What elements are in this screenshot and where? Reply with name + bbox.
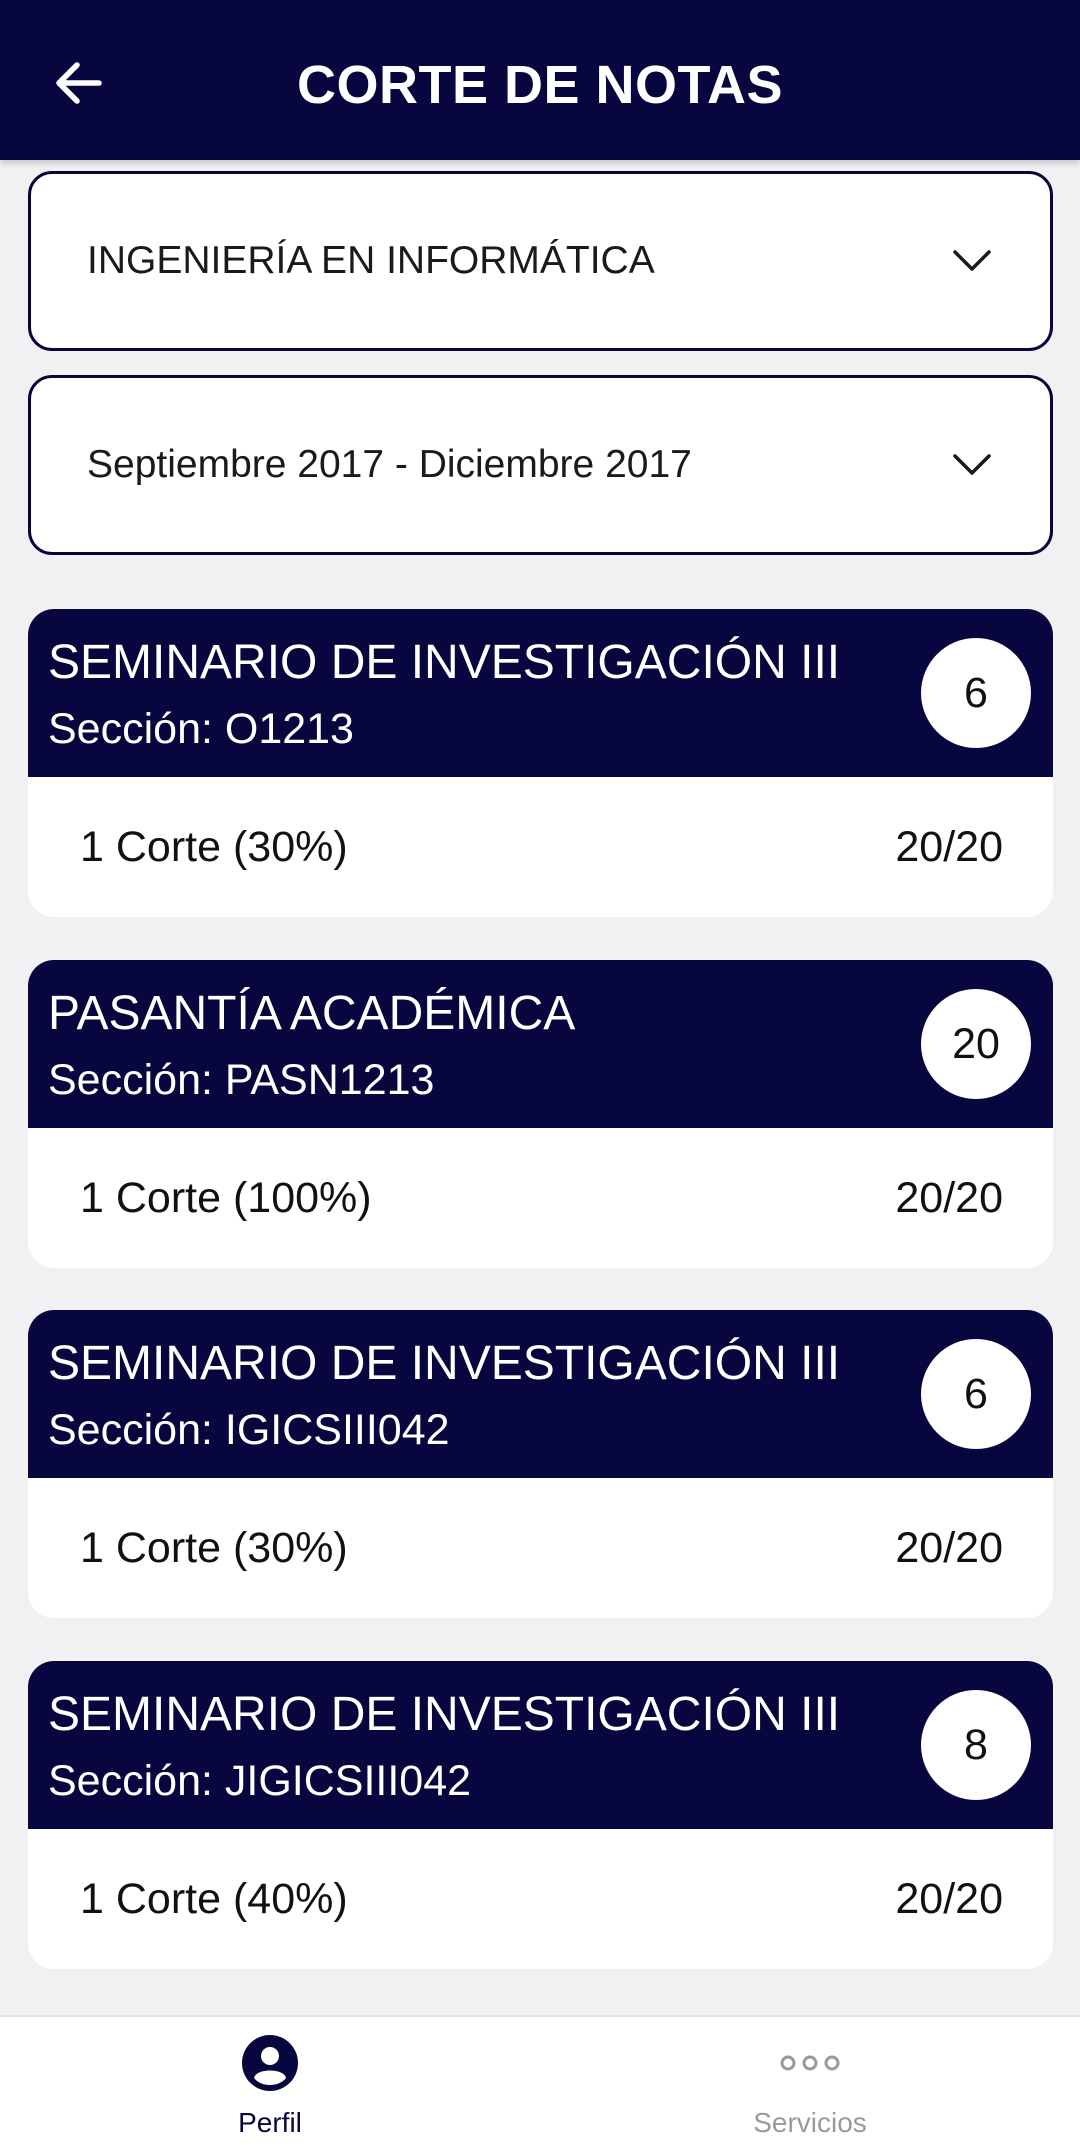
course-section: Sección: PASN1213 (48, 1056, 435, 1104)
cut-grade: 20/20 (895, 1174, 1003, 1222)
career-select-value: INGENIERÍA EN INFORMÁTICA (87, 239, 655, 282)
grade-row: 1 Corte (40%) 20/20 (28, 1829, 1053, 1969)
career-select[interactable]: INGENIERÍA EN INFORMÁTICA (28, 171, 1053, 351)
cut-label: 1 Corte (30%) (80, 1524, 348, 1572)
grade-row: 1 Corte (100%) 20/20 (28, 1128, 1053, 1268)
course-name: SEMINARIO DE INVESTIGACIÓN III (48, 1337, 841, 1390)
course-section: Sección: O1213 (48, 705, 354, 753)
course-card: PASANTÍA ACADÉMICA Sección: PASN1213 20 … (28, 960, 1053, 1268)
course-card-header: SEMINARIO DE INVESTIGACIÓN III Sección: … (28, 1310, 1053, 1478)
course-name: SEMINARIO DE INVESTIGACIÓN III (48, 1688, 841, 1741)
course-card-header: SEMINARIO DE INVESTIGACIÓN III Sección: … (28, 1661, 1053, 1829)
course-card: SEMINARIO DE INVESTIGACIÓN III Sección: … (28, 1661, 1053, 1969)
credits-badge: 20 (921, 989, 1031, 1099)
course-section: Sección: IGICSIII042 (48, 1406, 450, 1454)
grade-row: 1 Corte (30%) 20/20 (28, 1478, 1053, 1618)
course-card-header: PASANTÍA ACADÉMICA Sección: PASN1213 20 (28, 960, 1053, 1128)
app-bar: CORTE DE NOTAS (0, 0, 1080, 160)
credits-badge: 6 (921, 638, 1031, 748)
nav-item-perfil[interactable]: Perfil (0, 2017, 540, 2145)
course-name: SEMINARIO DE INVESTIGACIÓN III (48, 636, 841, 689)
credits-badge: 8 (921, 1690, 1031, 1800)
period-select[interactable]: Septiembre 2017 - Diciembre 2017 (28, 375, 1053, 555)
course-card: SEMINARIO DE INVESTIGACIÓN III Sección: … (28, 1310, 1053, 1618)
nav-item-servicios[interactable]: Servicios (540, 2017, 1080, 2145)
grade-row: 1 Corte (30%) 20/20 (28, 777, 1053, 917)
nav-label: Servicios (753, 2107, 867, 2138)
page-title: CORTE DE NOTAS (296, 55, 783, 115)
cut-label: 1 Corte (40%) (80, 1875, 348, 1923)
cut-grade: 20/20 (895, 823, 1003, 871)
more-dots-icon (780, 2033, 840, 2093)
course-card-header: SEMINARIO DE INVESTIGACIÓN III Sección: … (28, 609, 1053, 777)
course-section: Sección: JIGICSIII042 (48, 1757, 472, 1805)
cut-label: 1 Corte (30%) (80, 823, 348, 871)
cut-label: 1 Corte (100%) (80, 1174, 372, 1222)
chevron-down-icon (950, 443, 994, 487)
course-card: SEMINARIO DE INVESTIGACIÓN III Sección: … (28, 609, 1053, 917)
bottom-navigation: Perfil Servicios (0, 2015, 1080, 2145)
credits-badge: 6 (921, 1339, 1031, 1449)
person-icon (240, 2033, 300, 2093)
course-name: PASANTÍA ACADÉMICA (48, 987, 576, 1040)
cut-grade: 20/20 (895, 1875, 1003, 1923)
nav-label: Perfil (238, 2107, 302, 2138)
cut-grade: 20/20 (895, 1524, 1003, 1572)
chevron-down-icon (950, 239, 994, 283)
period-select-value: Septiembre 2017 - Diciembre 2017 (87, 443, 692, 486)
